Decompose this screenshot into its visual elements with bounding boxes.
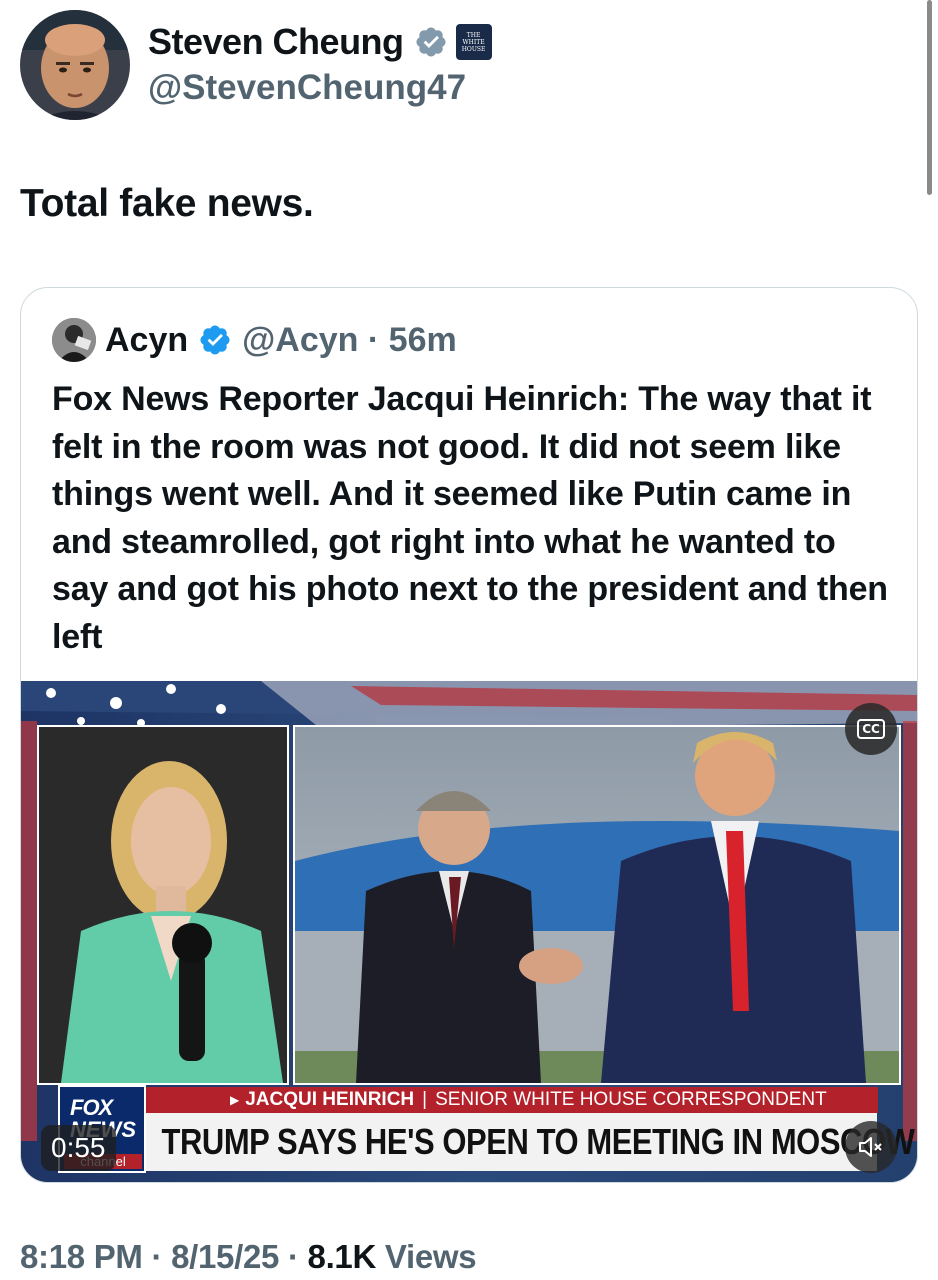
mute-button[interactable] xyxy=(845,1121,897,1173)
speaker-muted-icon xyxy=(859,1137,882,1157)
reporter-title: SENIOR WHITE HOUSE CORRESPONDENT xyxy=(435,1089,827,1110)
separator-dot: · xyxy=(142,1238,172,1275)
views-label: Views xyxy=(376,1238,477,1275)
quoted-tweet[interactable]: Acyn @Acyn · 56m Fox News Reporter Jacqu… xyxy=(20,287,918,1183)
separator-dot: · xyxy=(279,1238,308,1275)
verified-badge-icon[interactable] xyxy=(414,25,448,59)
closed-captions-button[interactable]: CC xyxy=(845,703,897,755)
quote-time[interactable]: 56m xyxy=(389,321,457,359)
quote-author-display-name[interactable]: Acyn xyxy=(105,321,188,360)
video-duration: 0:55 xyxy=(41,1125,116,1171)
lower-third-separator: | xyxy=(422,1089,428,1110)
play-arrow-icon: ▶ xyxy=(230,1093,240,1107)
news-headline: TRUMP SAYS HE'S OPEN TO MEETING IN MOSCO… xyxy=(146,1113,915,1171)
reporter-name: JACQUI HEINRICH xyxy=(245,1089,415,1110)
lower-third-subtitle: ▶ JACQUI HEINRICH | SENIOR WHITE HOUSE C… xyxy=(146,1087,878,1113)
verified-badge-icon[interactable] xyxy=(198,323,232,357)
quote-author-handle[interactable]: @Acyn xyxy=(242,321,358,359)
video-player[interactable]: CC ▶ JACQUI HEINRICH | SENIOR WHITE HOUS… xyxy=(21,681,917,1182)
views-count[interactable]: 8.1K xyxy=(308,1238,377,1275)
scrollbar[interactable] xyxy=(927,0,932,195)
cc-icon: CC xyxy=(857,719,885,739)
post-time[interactable]: 8:18 PM xyxy=(20,1238,143,1275)
quote-text: Fox News Reporter Jacqui Heinrich: The w… xyxy=(52,380,888,656)
author-display-name[interactable]: Steven Cheung xyxy=(148,21,404,63)
post-date[interactable]: 8/15/25 xyxy=(171,1238,279,1275)
author-avatar[interactable] xyxy=(20,10,130,120)
white-house-affiliation-icon[interactable]: THE WHITE HOUSE xyxy=(455,24,492,60)
separator-dot: · xyxy=(367,320,380,359)
tweet-text: Total fake news. xyxy=(20,182,314,225)
author-handle[interactable]: @StevenCheung47 xyxy=(148,68,492,108)
quote-author-avatar[interactable] xyxy=(52,318,96,362)
tweet-author: Steven Cheung THE WHITE HOUSE @StevenCheun… xyxy=(20,10,492,120)
tweet-meta: 8:18 PM · 8/15/25 · 8.1K Views xyxy=(20,1238,477,1276)
news-lower-third: ▶ JACQUI HEINRICH | SENIOR WHITE HOUSE C… xyxy=(146,1087,915,1171)
